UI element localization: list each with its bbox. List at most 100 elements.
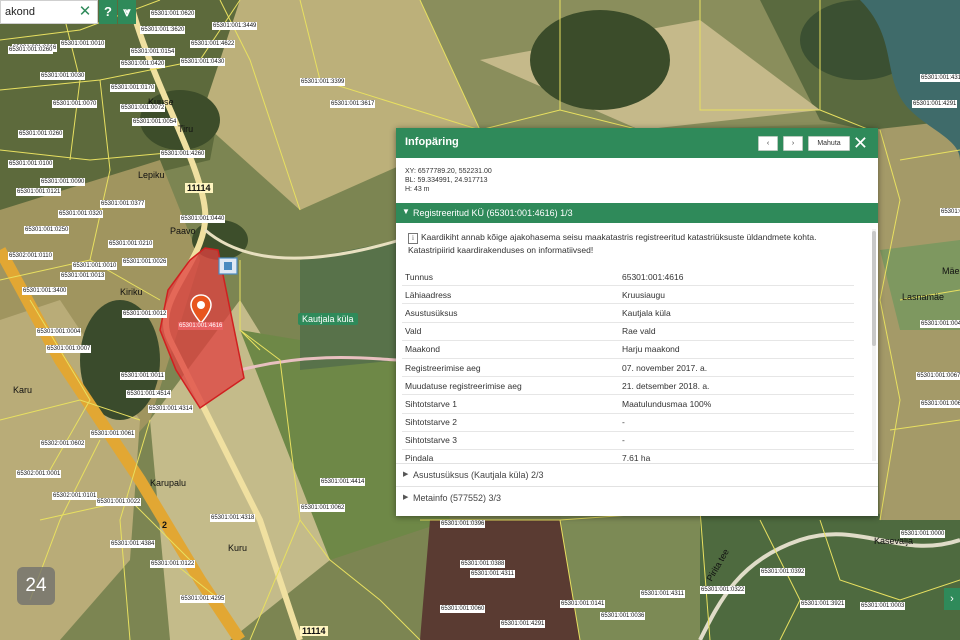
attribute-key: Sihtotstarve 3 bbox=[402, 431, 619, 450]
parcel-label: 65301:001:3399 bbox=[300, 78, 346, 86]
chevron-right-icon: ▶ bbox=[403, 494, 409, 501]
scrollbar[interactable] bbox=[872, 229, 876, 461]
parcel-label: 65301:001:0104 bbox=[940, 208, 960, 216]
section-metainfo[interactable]: ▶ Metainfo (577552) 3/3 bbox=[396, 486, 878, 509]
parcel-label: 65301:001:4314 bbox=[148, 405, 194, 413]
attribute-value: 21. detsember 2018. a. bbox=[619, 376, 854, 396]
parcel-label: 65301:001:0322 bbox=[700, 586, 746, 594]
attribute-row: Maakond Harju maakond bbox=[402, 340, 854, 359]
street-label: Kuru bbox=[228, 543, 248, 553]
parcel-label: 65301:001:0210 bbox=[108, 240, 154, 248]
parcel-label: 65302:001:0602 bbox=[40, 440, 86, 448]
parcel-label: 65301:001:0030 bbox=[40, 72, 86, 80]
coords-h: H: 43 m bbox=[405, 186, 430, 193]
coords-xy: XY: 6577789.20, 552231.00 bbox=[405, 168, 492, 175]
parcel-label: 65301:001:0067 bbox=[916, 372, 960, 380]
attribute-row: Pindala 7.61 ha bbox=[402, 449, 854, 463]
scrollbar-thumb[interactable] bbox=[872, 231, 876, 346]
parcel-label: 65301:001:0010 bbox=[60, 40, 106, 48]
parcel-label: 65301:001:4295 bbox=[180, 595, 226, 603]
side-panel-button[interactable]: › bbox=[944, 588, 960, 610]
parcel-label: 65301:001:4311 bbox=[640, 590, 685, 598]
attribute-key: Pindala bbox=[402, 449, 619, 463]
close-icon[interactable]: ✕ bbox=[77, 4, 93, 20]
parcel-label: 65301:001:4291 bbox=[500, 620, 546, 628]
parcel-label: 65301:001:0377 bbox=[100, 200, 146, 208]
parcel-label: 65301:001:0010 bbox=[72, 262, 118, 270]
section-registered-parcel[interactable]: ▼ Registreeritud KÜ (65301:001:4616) 1/3 bbox=[396, 203, 878, 223]
parcel-label: 65301:001:3400 bbox=[22, 287, 68, 295]
parcel-label: 65301:001:0060 bbox=[440, 605, 486, 613]
parcel-label: 65301:001:0011 bbox=[120, 372, 165, 380]
chevron-down-icon: ▼ bbox=[402, 207, 410, 216]
road-number: 11114 bbox=[300, 626, 328, 636]
parcel-label: 65301:001:0000 bbox=[900, 530, 946, 538]
parcel-label: 65301:001:0260 bbox=[8, 46, 54, 54]
attribute-value: 7.61 ha bbox=[619, 449, 854, 463]
parcel-label: 65301:001:0012 bbox=[122, 310, 168, 318]
attribute-row: Sihtotstarve 3- bbox=[402, 431, 854, 450]
parcel-label: 65301:001:0154 bbox=[130, 48, 176, 56]
parcel-label: 65301:001:4622 bbox=[190, 40, 236, 48]
watermark-logo: 24 bbox=[17, 567, 55, 605]
chevron-right-icon: ▶ bbox=[403, 471, 409, 478]
parcel-label: 65301:001:0260 bbox=[18, 130, 64, 138]
attribute-key: Lähiaadress bbox=[402, 285, 619, 305]
info-text: Kaardikiht annab kõige ajakohasema seisu… bbox=[408, 232, 817, 255]
info-panel: Infopäring ‹ › Mahuta ✕ XY: 6577789.20, … bbox=[396, 128, 878, 516]
map-pin-icon[interactable] bbox=[189, 294, 213, 324]
parcel-label: 65301:001:0620 bbox=[150, 10, 196, 18]
parcel-label: 65301:001:0388 bbox=[460, 560, 506, 568]
attribute-value: Maatulundusmaa 100% bbox=[619, 394, 854, 414]
attribute-table: Tunnus 65301:001:4616 Lähiaadress Kruusiaug… bbox=[402, 268, 854, 463]
parcel-label: 65301:001:0440 bbox=[180, 215, 226, 223]
coordinates: XY: 6577789.20, 552231.00 BL: 59.334991,… bbox=[396, 158, 878, 194]
parcel-label: 65301:001:0100 bbox=[8, 160, 54, 168]
street-label: Lepiku bbox=[138, 170, 165, 180]
parcel-label: 65301:001:4311 bbox=[920, 74, 960, 82]
close-icon[interactable]: ✕ bbox=[853, 133, 868, 153]
attribute-value: Kruusiaugu bbox=[619, 285, 854, 305]
parcel-label: 65301:001:0003 bbox=[860, 602, 906, 610]
next-button[interactable]: › bbox=[783, 136, 803, 151]
attribute-row: Asustusüksus Kautjala küla bbox=[402, 303, 854, 323]
section-settlement[interactable]: ▶ Asustusüksus (Kautjala küla) 2/3 bbox=[396, 463, 878, 486]
help-button[interactable]: ? bbox=[99, 0, 117, 24]
street-label: Lasnamäe bbox=[902, 292, 945, 302]
chevron-down-icon[interactable]: ⩔ bbox=[118, 0, 136, 24]
search-input[interactable] bbox=[1, 1, 85, 23]
parcel-label: 65301:001:0054 bbox=[132, 118, 178, 126]
parcel-label: 65301:001:0007 bbox=[46, 345, 92, 353]
parcel-label-selected: 65301:001:4616 bbox=[178, 322, 224, 330]
parcel-label: 65301:001:4414 bbox=[320, 478, 366, 486]
parcel-label: 65301:001:4514 bbox=[126, 390, 172, 398]
attribute-value: Rae vald bbox=[619, 322, 854, 341]
parcel-label: 65301:001:0121 bbox=[16, 188, 62, 196]
fit-button[interactable]: Mahuta bbox=[808, 136, 850, 151]
attribute-value: 65301:001:4616 bbox=[619, 268, 854, 287]
parcel-label: 65301:001:0036 bbox=[600, 612, 646, 620]
street-label: Karu bbox=[13, 385, 33, 395]
info-note: i Kaardikiht annab kõige ajakohasema seis… bbox=[408, 231, 858, 256]
attribute-value: - bbox=[619, 431, 854, 450]
parcel-label: 65301:001:3921 bbox=[800, 600, 846, 608]
parcel-label: 65301:001:3449 bbox=[212, 22, 258, 30]
attribute-row: Tunnus 65301:001:4616 bbox=[402, 268, 854, 287]
section-title: Asustusüksus (Kautjala küla) 2/3 bbox=[413, 470, 544, 480]
parcel-label: 65301:001:0026 bbox=[122, 258, 168, 266]
section-title: Metainfo (577552) 3/3 bbox=[413, 493, 502, 503]
parcel-label: 65302:001:0110 bbox=[8, 252, 53, 260]
attribute-row: Registreerimise aeg 07. november 2017. a. bbox=[402, 358, 854, 378]
parcel-label: 65301:001:0430 bbox=[180, 58, 226, 66]
prev-button[interactable]: ‹ bbox=[758, 136, 778, 151]
parcel-label: 65301:001:4260 bbox=[160, 150, 206, 158]
attribute-key: Registreerimise aeg bbox=[402, 358, 619, 378]
panel-header: Infopäring ‹ › Mahuta ✕ bbox=[396, 128, 878, 158]
parcel-label: 65301:001:0022 bbox=[96, 498, 142, 506]
attribute-key: Vald bbox=[402, 322, 619, 341]
attribute-value: 07. november 2017. a. bbox=[619, 358, 854, 378]
attribute-key: Tunnus bbox=[402, 268, 619, 287]
parcel-label: 65301:001:0141 bbox=[560, 600, 606, 608]
parcel-label: 65301:001:0070 bbox=[52, 100, 98, 108]
search-box: ✕ bbox=[0, 0, 98, 24]
